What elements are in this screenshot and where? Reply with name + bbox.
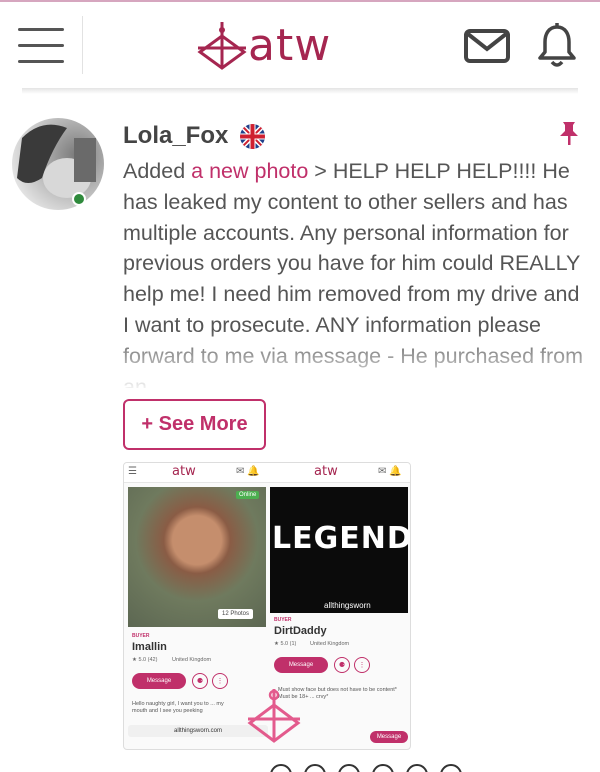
see-more-button[interactable]: + See More <box>123 399 266 450</box>
atw-logo[interactable]: atw <box>196 18 366 74</box>
dot[interactable] <box>270 764 292 772</box>
new-photo-link[interactable]: a new photo <box>191 159 308 183</box>
pin-icon[interactable] <box>558 120 580 146</box>
post-attachment-image[interactable]: ☰ atw ✉ 🔔 atw ✉ 🔔 Online 12 Photos LEGEN… <box>123 462 411 750</box>
online-badge: Online <box>236 491 260 499</box>
buyer-name-left: Imallin <box>132 641 167 653</box>
pagination-dots <box>270 764 490 772</box>
dot[interactable] <box>440 764 462 772</box>
uk-flag-icon <box>240 124 265 149</box>
avatar[interactable] <box>12 118 104 210</box>
tip-button-left[interactable]: ⚈ <box>192 673 208 689</box>
atw-watermark-icon <box>247 689 301 743</box>
more-button-left[interactable]: ⋮ <box>212 673 228 689</box>
mini-mail-bell-icons-right: ✉ 🔔 <box>378 466 402 477</box>
buyer-photo-left <box>128 487 266 627</box>
message-button-left[interactable]: Message <box>132 673 186 689</box>
mail-icon[interactable] <box>464 28 510 64</box>
logo-text: atw <box>248 20 332 71</box>
message-button-bottom[interactable]: Message <box>370 731 408 743</box>
tip-button-right[interactable]: ⚈ <box>334 657 350 673</box>
dot[interactable] <box>372 764 394 772</box>
header-shadow <box>22 88 578 94</box>
dot[interactable] <box>338 764 360 772</box>
mini-logo-right: atw <box>314 464 338 479</box>
header-divider <box>82 16 83 74</box>
screenshot-header: ☰ atw ✉ 🔔 atw ✉ 🔔 <box>124 463 410 483</box>
role-label-left: BUYER <box>132 633 150 639</box>
menu-icon[interactable] <box>18 28 64 64</box>
logo-mark-icon <box>197 22 247 70</box>
role-label-right: BUYER <box>274 617 292 623</box>
country-right: United Kingdom <box>310 641 350 647</box>
mini-menu-icon: ☰ <box>128 466 137 477</box>
avatar-photo <box>17 124 96 198</box>
photos-count-badge: 12 Photos <box>218 609 254 619</box>
rating-right: ★ 5.0 (1) <box>274 641 297 647</box>
post-username[interactable]: Lola_Fox <box>123 122 228 150</box>
mini-mail-bell-icons: ✉ 🔔 <box>236 466 260 477</box>
buyer-name-right: DirtDaddy <box>274 625 327 637</box>
dot[interactable] <box>406 764 428 772</box>
post-added-prefix: Added <box>123 159 192 183</box>
text-fade-overlay <box>123 330 585 390</box>
more-button-right[interactable]: ⋮ <box>354 657 370 673</box>
bell-icon[interactable] <box>536 22 578 68</box>
legend-banner-text: LEGEND <box>272 521 411 556</box>
message-button-right[interactable]: Message <box>274 657 328 673</box>
app-header: atw <box>0 2 600 88</box>
dot[interactable] <box>304 764 326 772</box>
rating-left: ★ 5.0 (42) <box>132 657 158 663</box>
online-status-dot <box>72 192 86 206</box>
bio-left: Hello naughty girl, I want you to ... my… <box>132 701 224 714</box>
legend-banner-sub: allthingsworn <box>324 601 371 610</box>
country-left: United Kingdom <box>172 657 212 663</box>
mini-logo-left: atw <box>172 464 196 479</box>
